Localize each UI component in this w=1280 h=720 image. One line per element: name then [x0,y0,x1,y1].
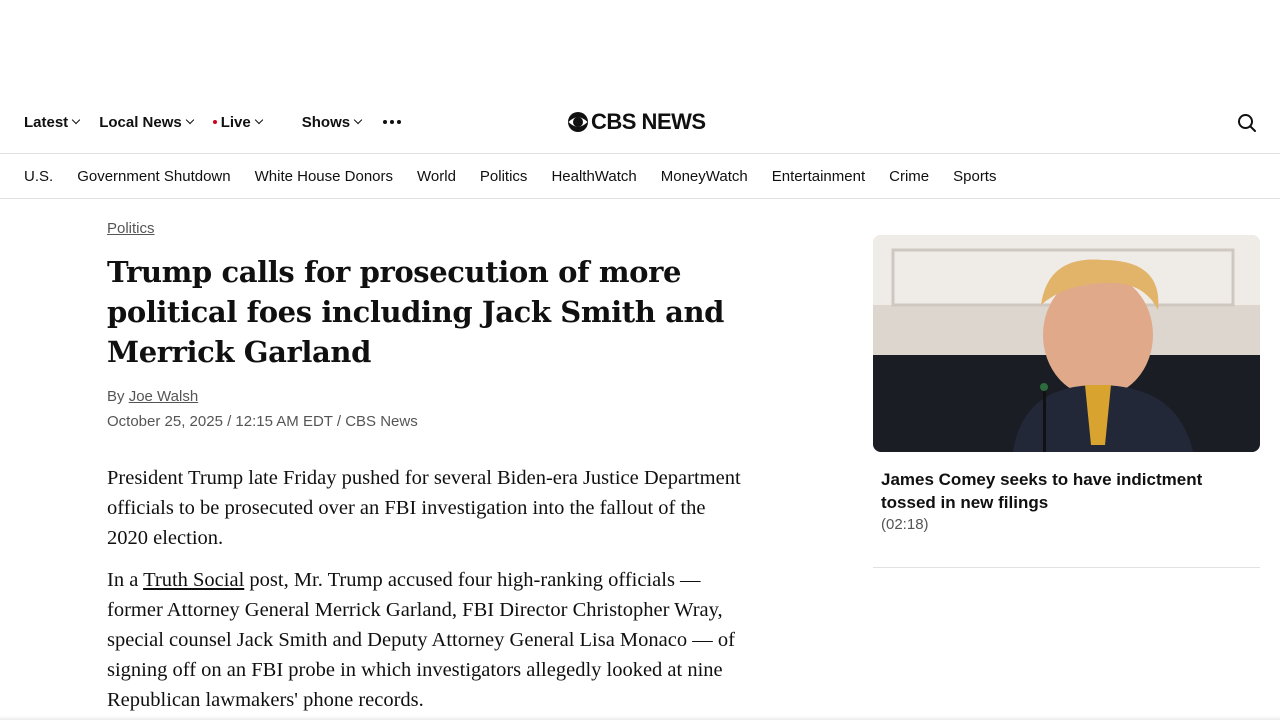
section-link-world[interactable]: World [417,168,456,185]
video-thumbnail-image [873,235,1260,452]
article: Politics Trump calls for prosecution of … [107,220,747,715]
live-dot-icon [212,120,217,124]
ad-space [0,0,1280,90]
nav-shows[interactable]: Shows [301,113,363,131]
article-headline: Trump calls for prosecution of more poli… [107,255,725,369]
nav-latest[interactable]: Latest [24,113,81,131]
chevron-down-icon [254,115,263,125]
video-duration: (02:18) [881,516,929,533]
section-link-white-house-donors[interactable]: White House Donors [255,168,393,185]
chevron-down-icon [185,115,194,125]
video-title[interactable]: James Comey seeks to have indictment tos… [873,452,1260,514]
dateline: October 25, 2025 / 12:15 AM EDT / CBS Ne… [107,413,418,430]
section-link-healthwatch[interactable]: HealthWatch [551,168,636,185]
paragraph-text: In a [107,569,139,591]
nav-shows-label: Shows [301,113,351,131]
truth-social-link[interactable]: Truth Social [143,569,244,591]
chevron-down-icon [353,115,363,125]
search-icon[interactable] [1237,113,1257,133]
section-link-sports[interactable]: Sports [953,168,996,185]
chevron-down-icon [71,115,81,125]
article-paragraph: President Trump late Friday pushed for s… [107,467,741,549]
author-link[interactable]: Joe Walsh [129,388,198,405]
article-kicker[interactable]: Politics [107,220,155,237]
section-link-us[interactable]: U.S. [24,168,53,185]
section-link-entertainment[interactable]: Entertainment [772,168,865,185]
nav-live[interactable]: Live [212,113,263,131]
section-link-government-shutdown[interactable]: Government Shutdown [77,168,230,185]
top-nav-menu: Latest Local News Live Shows [24,90,402,154]
nav-local-news-label: Local News [99,113,182,131]
byline: By Joe Walsh [107,388,747,405]
nav-local-news[interactable]: Local News [99,113,194,131]
byline-prefix: By [107,388,125,405]
related-video-sidebar: James Comey seeks to have indictment tos… [873,235,1260,568]
divider [873,567,1260,568]
section-link-moneywatch[interactable]: MoneyWatch [661,168,748,185]
article-paragraph: In a Truth Social post, Mr. Trump accuse… [107,565,747,715]
more-menu-icon[interactable] [383,120,402,124]
cbs-news-logo[interactable]: CBS NEWS [567,109,706,134]
article-body: President Trump late Friday pushed for s… [107,463,747,715]
section-link-politics[interactable]: Politics [480,168,528,185]
logo-text: CBS NEWS [591,109,706,134]
cbs-eye-icon [568,112,588,132]
nav-latest-label: Latest [24,113,69,131]
section-nav: U.S. Government Shutdown White House Don… [0,154,1280,199]
bottom-edge-shadow [0,716,1280,720]
section-link-crime[interactable]: Crime [889,168,929,185]
video-thumbnail[interactable] [873,235,1260,452]
nav-live-label: Live [220,113,251,131]
